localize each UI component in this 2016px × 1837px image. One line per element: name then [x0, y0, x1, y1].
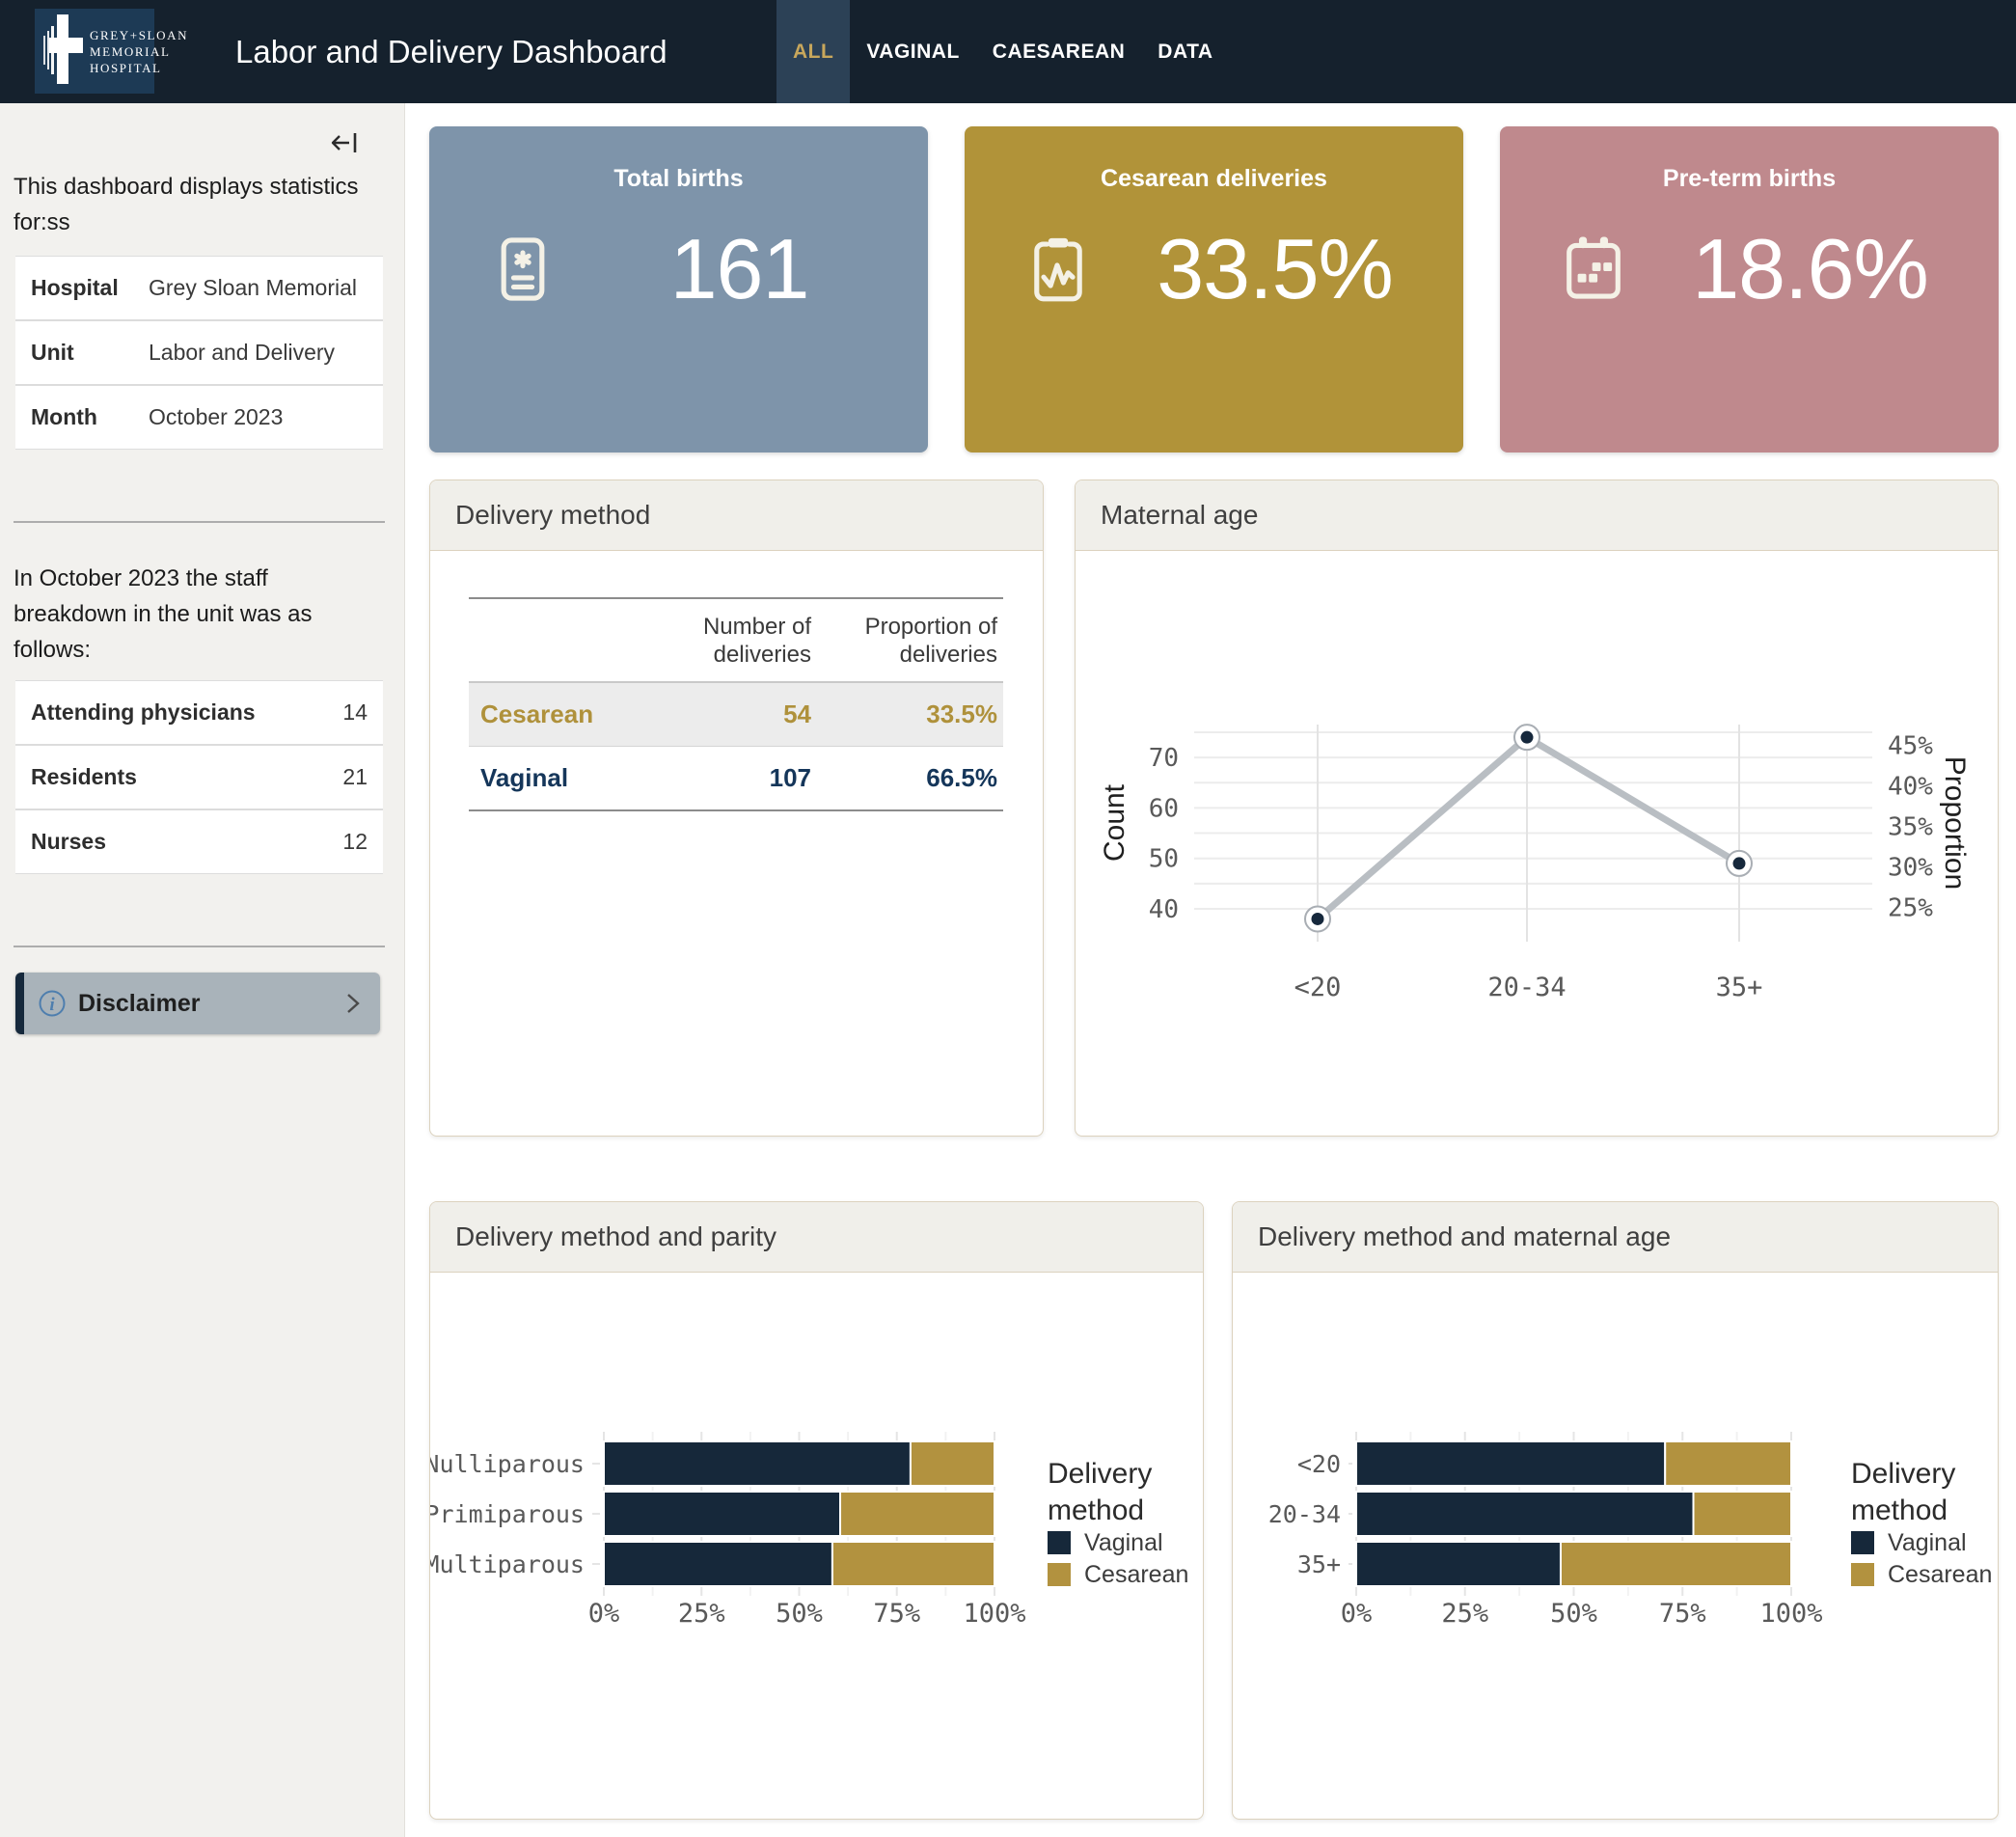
- staff-table: Attending physicians 14 Residents 21 Nur…: [15, 680, 383, 874]
- hospital-logo-text: GREY+SLOAN MEMORIAL HOSPITAL: [90, 27, 188, 76]
- svg-text:25%: 25%: [1888, 894, 1933, 923]
- svg-text:35+: 35+: [1297, 1550, 1341, 1578]
- parity-chart: Nulliparous Primiparous Multiparous0% 25% 50…: [430, 1273, 1203, 1820]
- svg-text:0%: 0%: [588, 1599, 620, 1629]
- card-title: Delivery method: [430, 480, 1043, 551]
- svg-text:70: 70: [1149, 744, 1179, 773]
- svg-text:40: 40: [1149, 895, 1179, 924]
- staff-intro-text: In October 2023 the staff breakdown in t…: [14, 561, 385, 668]
- svg-text:50%: 50%: [1550, 1599, 1597, 1629]
- table-row: Attending physicians 14: [15, 681, 383, 746]
- table-row: Residents 21: [15, 746, 383, 810]
- delivery-method-table: Number of deliveries Proportion of deliv…: [469, 597, 1003, 811]
- svg-text:Cesarean: Cesarean: [1084, 1561, 1188, 1588]
- svg-text:Nulliparous: Nulliparous: [430, 1450, 585, 1478]
- card-title: Delivery method and maternal age: [1233, 1202, 1998, 1273]
- svg-text:Count: Count: [1099, 783, 1131, 862]
- value-box-total-births: Total births 161: [429, 126, 928, 452]
- svg-text:30%: 30%: [1888, 854, 1933, 883]
- dashboard-screen: GREY+SLOAN MEMORIAL HOSPITAL Labor and D…: [0, 0, 2016, 1837]
- svg-text:50%: 50%: [776, 1599, 823, 1629]
- svg-text:Multiparous: Multiparous: [430, 1550, 585, 1578]
- svg-text:25%: 25%: [678, 1599, 725, 1629]
- table-row-vaginal: Vaginal 107 66.5%: [469, 746, 1003, 809]
- sidebar-divider: [14, 521, 385, 523]
- sidebar: This dashboard displays statistics for:s…: [0, 103, 405, 1837]
- svg-text:75%: 75%: [1659, 1599, 1706, 1629]
- file-medical-icon: [483, 230, 562, 309]
- svg-text:25%: 25%: [1441, 1599, 1488, 1629]
- disclaimer-button[interactable]: i Disclaimer: [15, 973, 380, 1034]
- maternal-age-card: Maternal age 40 50 60 70 25% 30% 35% 40% 45% <20 2…: [1075, 480, 1999, 1137]
- svg-text:60: 60: [1149, 794, 1179, 823]
- svg-text:75%: 75%: [873, 1599, 920, 1629]
- table-row: Nurses 12: [15, 810, 383, 874]
- svg-text:Delivery: Delivery: [1048, 1458, 1152, 1490]
- tab-all[interactable]: ALL: [776, 0, 850, 103]
- svg-text:0%: 0%: [1341, 1599, 1373, 1629]
- svg-text:Primiparous: Primiparous: [430, 1500, 585, 1528]
- nav-tabs: ALL VAGINAL CAESAREAN DATA: [776, 0, 1230, 103]
- svg-text:Cesarean: Cesarean: [1888, 1561, 1992, 1588]
- svg-text:method: method: [1048, 1494, 1144, 1526]
- method-by-age-chart: <20 20-34 35+0% 25% 50% 75% 100% Delivery method…: [1233, 1273, 1998, 1820]
- svg-text:method: method: [1851, 1494, 1948, 1526]
- svg-text:35%: 35%: [1888, 812, 1933, 841]
- card-title: Maternal age: [1076, 480, 1998, 551]
- svg-text:50: 50: [1149, 845, 1179, 874]
- chevron-right-icon: [343, 989, 363, 1018]
- svg-text:20-34: 20-34: [1268, 1500, 1341, 1528]
- svg-text:20-34: 20-34: [1487, 973, 1566, 1002]
- tab-data[interactable]: DATA: [1141, 0, 1229, 103]
- svg-text:45%: 45%: [1888, 731, 1933, 760]
- hospital-cross-icon: [42, 13, 83, 91]
- info-icon: i: [38, 989, 67, 1018]
- card-title: Delivery method and parity: [430, 1202, 1203, 1273]
- value-box-cesarean-deliveries: Cesarean deliveries 33.5%: [965, 126, 1463, 452]
- svg-text:Vaginal: Vaginal: [1888, 1529, 1967, 1556]
- page-title: Labor and Delivery Dashboard: [235, 0, 667, 103]
- table-row: Unit Labor and Delivery: [15, 321, 383, 386]
- table-header: Number of deliveries Proportion of deliv…: [469, 599, 1003, 683]
- svg-text:100%: 100%: [963, 1599, 1025, 1629]
- parity-card: Delivery method and parity Nulliparous Pr…: [429, 1201, 1204, 1820]
- svg-text:Proportion: Proportion: [1939, 756, 1971, 890]
- svg-text:40%: 40%: [1888, 772, 1933, 801]
- svg-text:Vaginal: Vaginal: [1084, 1529, 1163, 1556]
- sidebar-divider: [14, 946, 385, 947]
- tab-vaginal[interactable]: VAGINAL: [850, 0, 975, 103]
- hospital-info-table: Hospital Grey Sloan Memorial Unit Labor …: [15, 256, 383, 450]
- table-row-cesarean: Cesarean 54 33.5%: [469, 683, 1003, 746]
- sidebar-intro-text: This dashboard displays statistics for:s…: [14, 169, 385, 240]
- svg-text:<20: <20: [1294, 973, 1342, 1002]
- svg-text:Delivery: Delivery: [1851, 1458, 1955, 1490]
- svg-text:35+: 35+: [1716, 973, 1763, 1002]
- method-by-age-card: Delivery method and maternal age <20 20-3…: [1232, 1201, 1999, 1820]
- navbar: GREY+SLOAN MEMORIAL HOSPITAL Labor and D…: [0, 0, 2016, 103]
- clipboard-pulse-icon: [1019, 230, 1098, 309]
- table-row: Month October 2023: [15, 386, 383, 450]
- table-row: Hospital Grey Sloan Memorial: [15, 257, 383, 321]
- tab-caesarean[interactable]: CAESAREAN: [976, 0, 1142, 103]
- calendar-icon: [1554, 230, 1633, 309]
- sidebar-collapse-icon[interactable]: [329, 128, 362, 157]
- svg-text:100%: 100%: [1759, 1599, 1822, 1629]
- hospital-logo: GREY+SLOAN MEMORIAL HOSPITAL: [35, 9, 154, 94]
- maternal-age-chart: 40 50 60 70 25% 30% 35% 40% 45% <20 20-34 35+ Count P…: [1076, 551, 1998, 1137]
- svg-text:i: i: [49, 995, 55, 1015]
- delivery-method-card: Delivery method Number of deliveries Pro…: [429, 480, 1044, 1137]
- value-box-preterm-births: Pre-term births 18.6%: [1500, 126, 1999, 452]
- svg-text:<20: <20: [1297, 1450, 1341, 1478]
